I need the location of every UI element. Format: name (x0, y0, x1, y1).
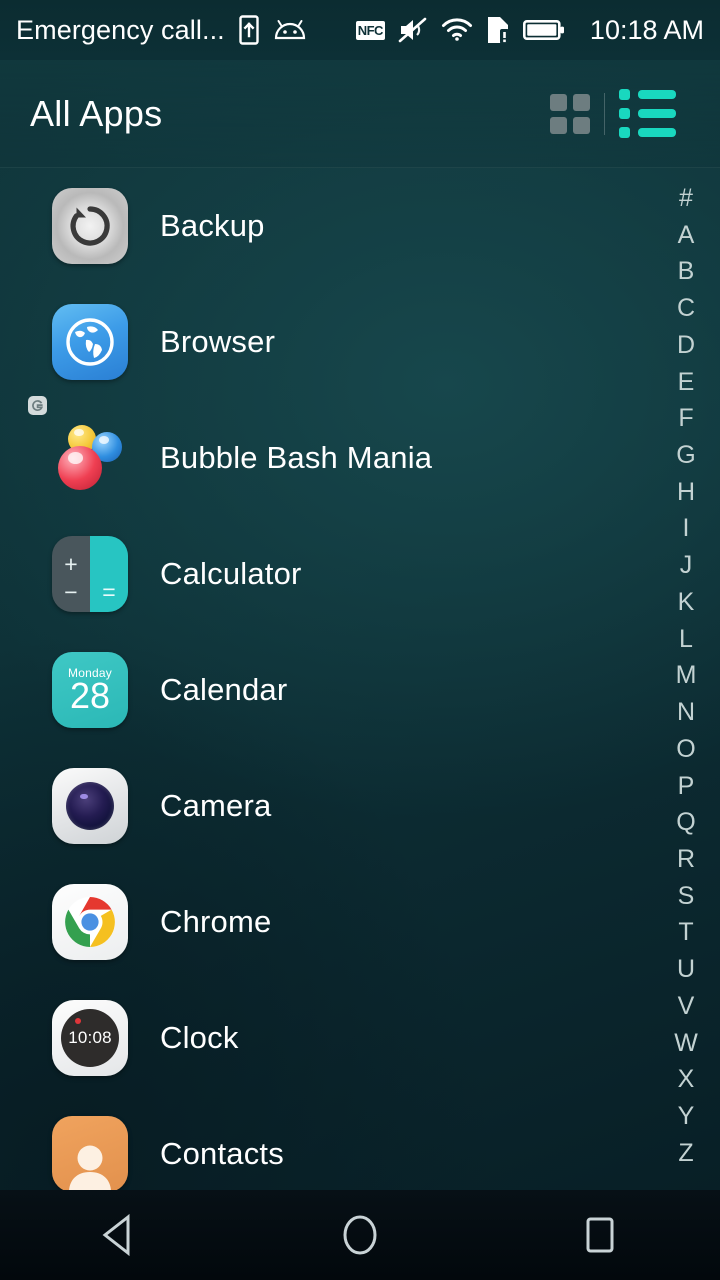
app-label: Bubble Bash Mania (160, 440, 433, 475)
app-label: Browser (160, 324, 276, 359)
alphabet-index-scrubber[interactable]: # A B C D E F G H I J K L M N O P Q R S … (662, 186, 710, 1166)
app-label: Chrome (160, 904, 272, 939)
navigation-bar (0, 1190, 720, 1280)
alpha-index-item[interactable]: N (662, 700, 710, 725)
grid-view-button[interactable] (536, 84, 604, 144)
alpha-index-item[interactable]: # (662, 186, 710, 211)
app-label: Clock (160, 1020, 239, 1055)
grid-view-icon (550, 93, 590, 134)
alpha-index-item[interactable]: H (662, 479, 710, 505)
status-bar: Emergency call... NFC 10:18 AM (0, 0, 720, 60)
calculator-equals-symbol: = (102, 579, 116, 605)
alpha-index-item[interactable]: R (662, 846, 710, 872)
app-label: Calendar (160, 672, 288, 707)
camera-icon (52, 768, 128, 844)
carrier-label: Emergency call... (16, 14, 225, 45)
list-view-icon (619, 89, 676, 138)
alpha-index-item[interactable]: E (662, 369, 710, 395)
sd-card-alert-icon (486, 15, 510, 45)
clock-icon-time: 10:08 (68, 1028, 112, 1047)
nfc-icon: NFC (355, 20, 385, 40)
app-list-item-calendar[interactable]: Monday 28 Calendar (0, 632, 720, 748)
alpha-index-item[interactable]: Q (662, 810, 710, 835)
alpha-index-item[interactable]: S (662, 883, 710, 909)
alpha-index-item[interactable]: Y (662, 1103, 710, 1129)
contacts-icon (52, 1116, 128, 1190)
alpha-index-item[interactable]: X (662, 1067, 710, 1092)
app-label: Backup (160, 208, 265, 243)
alpha-index-item[interactable]: B (662, 259, 710, 284)
app-label: Contacts (160, 1136, 284, 1171)
alpha-index-item[interactable]: C (662, 296, 710, 321)
alpha-index-item[interactable]: O (662, 736, 710, 762)
app-list-item-contacts[interactable]: Contacts (0, 1096, 720, 1190)
battery-full-icon (522, 18, 565, 42)
app-list-item-clock[interactable]: 10:08 Clock (0, 980, 720, 1096)
backup-icon (52, 188, 128, 264)
app-list-item-camera[interactable]: Camera (0, 748, 720, 864)
sim-card-upload-icon (239, 15, 259, 45)
alpha-index-item[interactable]: G (662, 443, 710, 468)
recents-button[interactable] (540, 1190, 660, 1280)
app-list-item-backup[interactable]: Backup (0, 168, 720, 284)
app-drawer-screen: Emergency call... NFC 10:18 AM All Apps … (0, 0, 720, 1280)
bubble-bash-mania-icon (28, 396, 128, 496)
alpha-index-item[interactable]: L (662, 626, 710, 652)
alpha-index-item[interactable]: W (662, 1030, 710, 1056)
alpha-index-item[interactable]: P (662, 773, 710, 799)
app-label: Camera (160, 788, 272, 823)
calculator-icon: + − = (52, 536, 128, 612)
back-button[interactable] (60, 1190, 180, 1280)
app-list-item-chrome[interactable]: Chrome (0, 864, 720, 980)
calculator-minus-symbol: − (64, 579, 78, 605)
home-button[interactable] (300, 1190, 420, 1280)
status-left-icons (239, 15, 307, 45)
chrome-icon (52, 884, 128, 960)
header-actions (536, 79, 690, 148)
alpha-index-item[interactable]: A (662, 222, 710, 248)
page-title: All Apps (30, 92, 163, 134)
clock-icon: 10:08 (52, 1000, 128, 1076)
volume-mute-icon (398, 16, 428, 44)
header-bar: All Apps (0, 60, 720, 168)
list-view-button[interactable] (605, 79, 690, 148)
app-list-item-browser[interactable]: Browser (0, 284, 720, 400)
alpha-index-item[interactable]: M (662, 663, 710, 688)
android-robot-icon (273, 19, 307, 41)
alpha-index-item[interactable]: K (662, 589, 710, 615)
recents-square-icon (586, 1217, 614, 1253)
alpha-index-item[interactable]: D (662, 332, 710, 358)
home-circle-icon (343, 1215, 377, 1255)
app-list-item-bubble-bash-mania[interactable]: Bubble Bash Mania (0, 396, 720, 516)
calendar-icon: Monday 28 (52, 652, 128, 728)
alpha-index-item[interactable]: V (662, 993, 710, 1019)
alpha-index-item[interactable]: I (662, 516, 710, 541)
alpha-index-item[interactable]: J (662, 553, 710, 578)
app-list[interactable]: Backup Browser Bubble Bash Mania + − = C… (0, 168, 720, 1190)
alpha-index-item[interactable]: F (662, 406, 710, 431)
alpha-index-item[interactable]: U (662, 957, 710, 982)
wifi-icon (441, 18, 473, 42)
browser-icon (52, 304, 128, 380)
status-right-icons: NFC 10:18 AM (355, 14, 704, 46)
calculator-plus-symbol: + (64, 551, 78, 577)
app-list-item-calculator[interactable]: + − = Calculator (0, 516, 720, 632)
calendar-day-number: 28 (69, 675, 111, 716)
status-bar-clock: 10:18 AM (589, 14, 704, 45)
back-triangle-icon (102, 1213, 130, 1257)
app-label: Calculator (160, 556, 302, 591)
alpha-index-item[interactable]: Z (662, 1140, 710, 1166)
alpha-index-item[interactable]: T (662, 920, 710, 945)
